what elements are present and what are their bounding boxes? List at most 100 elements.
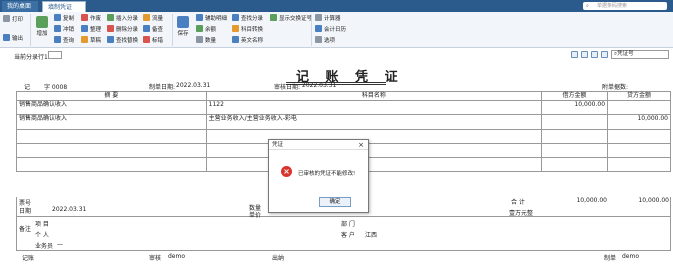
row-field[interactable] bbox=[48, 51, 62, 59]
debit-cell[interactable] bbox=[541, 142, 609, 159]
find-replace-button[interactable]: 查找替换 bbox=[107, 36, 138, 45]
voucher-date[interactable]: 2022.03.31 bbox=[176, 82, 210, 89]
dialog-message: 已审核的凭证不能修改! bbox=[298, 171, 356, 177]
credit-cell[interactable] bbox=[607, 142, 671, 159]
dialog-close-icon[interactable]: × bbox=[358, 140, 364, 150]
draft-icon bbox=[81, 36, 88, 43]
subject-cell[interactable] bbox=[205, 157, 543, 173]
english-name-button[interactable]: 英文名称 bbox=[232, 36, 263, 45]
table-row[interactable]: 销售商品确认收入 1122 10,000.00 bbox=[16, 99, 671, 116]
summary-cell[interactable]: 销售商品确认收入 bbox=[16, 99, 207, 116]
insert-entry-button[interactable]: 插入分录 bbox=[107, 14, 138, 23]
credit-cell[interactable]: 10,000.00 bbox=[607, 114, 671, 130]
debit-cell[interactable] bbox=[541, 157, 609, 173]
summary-cell[interactable] bbox=[16, 142, 207, 159]
calculator-button[interactable]: 计算器 bbox=[315, 14, 341, 23]
subject-cell[interactable]: 主营业务收入/主营业务收入-彩电 bbox=[205, 114, 543, 130]
void-icon bbox=[81, 14, 88, 21]
void-button[interactable]: 作废 bbox=[81, 14, 101, 23]
subject-convert-button[interactable]: 科目转换 bbox=[232, 25, 263, 34]
print-button[interactable]: 打印 bbox=[3, 15, 23, 24]
copy-button[interactable]: 复制 bbox=[54, 14, 74, 23]
subject-cell[interactable] bbox=[205, 128, 543, 144]
department-label: 部 门 bbox=[341, 221, 355, 228]
draft-label: 草稿 bbox=[90, 38, 102, 44]
amount-button[interactable]: 数量 bbox=[196, 36, 216, 45]
voucher-no-search[interactable]: ⌕凭证号 bbox=[611, 50, 669, 59]
draft-button[interactable]: 草稿 bbox=[81, 36, 101, 45]
remark-area: 备注 项 目 个 人 业务员 — 部 门 客 户 江西 bbox=[16, 217, 671, 251]
remark-label: 备注 bbox=[19, 226, 32, 233]
summary-cell[interactable]: 销售商品确认收入 bbox=[16, 114, 207, 130]
search-input[interactable]: ⌕ 单据条码搜索 bbox=[583, 2, 667, 10]
credit-cell[interactable] bbox=[607, 99, 671, 116]
amount-icon bbox=[196, 36, 203, 43]
alert-dialog: 凭证 × × 已审核的凭证不能修改! 确定 bbox=[268, 139, 369, 213]
table-row[interactable]: 销售商品确认收入 主营业务收入/主营业务收入-彩电 10,000.00 bbox=[16, 114, 671, 130]
ticket-date: 2022.03.31 bbox=[52, 206, 87, 213]
maker-name: demo bbox=[622, 253, 640, 260]
calculator-icon bbox=[315, 14, 322, 21]
top-tab-bar: 我的桌面 填制凭证× ⌕ 单据条码搜索 bbox=[0, 0, 673, 22]
divider bbox=[311, 14, 312, 46]
insert-icon bbox=[107, 14, 114, 21]
voucher-type[interactable]: 记 bbox=[24, 82, 30, 91]
subject-cell[interactable] bbox=[205, 142, 543, 159]
delete-entry-label: 删除分录 bbox=[116, 27, 139, 33]
find-icon bbox=[107, 36, 114, 43]
save-icon bbox=[177, 16, 189, 28]
add-label: 增加 bbox=[36, 31, 48, 37]
show-ref-toggle[interactable]: 显示交换证号 bbox=[270, 14, 312, 23]
find-entry-label: 查找分录 bbox=[241, 16, 264, 22]
reverse-button[interactable]: 冲销 bbox=[54, 25, 74, 34]
first-record-button[interactable] bbox=[571, 51, 578, 58]
calendar-button[interactable]: 会计日历 bbox=[315, 25, 346, 34]
organize-button[interactable]: 整理 bbox=[81, 25, 101, 34]
bookkeeper-label: 记账 bbox=[22, 255, 35, 262]
add-icon bbox=[36, 16, 48, 28]
auditor-name: demo bbox=[168, 253, 186, 260]
copy-label: 复制 bbox=[63, 16, 75, 22]
summary-cell[interactable] bbox=[16, 128, 207, 144]
ok-button[interactable]: 确定 bbox=[319, 197, 351, 207]
current-row-label: 当前分录行1 bbox=[14, 54, 48, 61]
flow-button[interactable]: 流量 bbox=[143, 14, 163, 23]
aux-detail-button[interactable]: 辅助明细 bbox=[196, 14, 227, 23]
balance-button[interactable]: 余额 bbox=[196, 25, 216, 34]
tab-my-desktop[interactable]: 我的桌面 bbox=[2, 1, 38, 12]
note-button[interactable]: 备查 bbox=[143, 25, 163, 34]
divider bbox=[172, 14, 173, 46]
summary-cell[interactable] bbox=[16, 157, 207, 173]
voucher-number[interactable]: 字 0008 bbox=[44, 82, 67, 91]
add-button[interactable]: 增加 bbox=[33, 14, 51, 37]
printer-icon bbox=[3, 15, 10, 22]
options-button[interactable]: 选项 bbox=[315, 36, 335, 45]
detail-icon bbox=[196, 14, 203, 21]
subject-cell[interactable]: 1122 bbox=[205, 99, 543, 116]
salesman-label: 业务员 bbox=[35, 243, 54, 250]
aux-detail-label: 辅助明细 bbox=[205, 16, 228, 22]
mark-label: 标错 bbox=[152, 38, 164, 44]
organize-label: 整理 bbox=[90, 27, 102, 33]
organize-icon bbox=[81, 25, 88, 32]
output-button[interactable]: 输出 bbox=[3, 34, 23, 43]
output-label: 输出 bbox=[12, 36, 24, 42]
find-entry-button[interactable]: 查找分录 bbox=[232, 14, 263, 23]
save-button[interactable]: 保存 bbox=[174, 14, 192, 37]
tab-fill-voucher[interactable]: 填制凭证× bbox=[42, 1, 86, 22]
show-ref-label: 显示交换证号 bbox=[279, 16, 313, 22]
debit-cell[interactable] bbox=[541, 128, 609, 144]
query-icon bbox=[54, 36, 61, 43]
credit-cell[interactable] bbox=[607, 128, 671, 144]
credit-cell[interactable] bbox=[607, 157, 671, 173]
query-button[interactable]: 查询 bbox=[54, 36, 74, 45]
next-record-button[interactable] bbox=[591, 51, 598, 58]
note-label: 备查 bbox=[152, 27, 164, 33]
void-label: 作废 bbox=[90, 16, 102, 22]
debit-cell[interactable] bbox=[541, 114, 609, 130]
last-record-button[interactable] bbox=[601, 51, 608, 58]
delete-entry-button[interactable]: 删除分录 bbox=[107, 25, 138, 34]
debit-cell[interactable]: 10,000.00 bbox=[541, 99, 609, 116]
prev-record-button[interactable] bbox=[581, 51, 588, 58]
mark-error-button[interactable]: 标错 bbox=[143, 36, 163, 45]
